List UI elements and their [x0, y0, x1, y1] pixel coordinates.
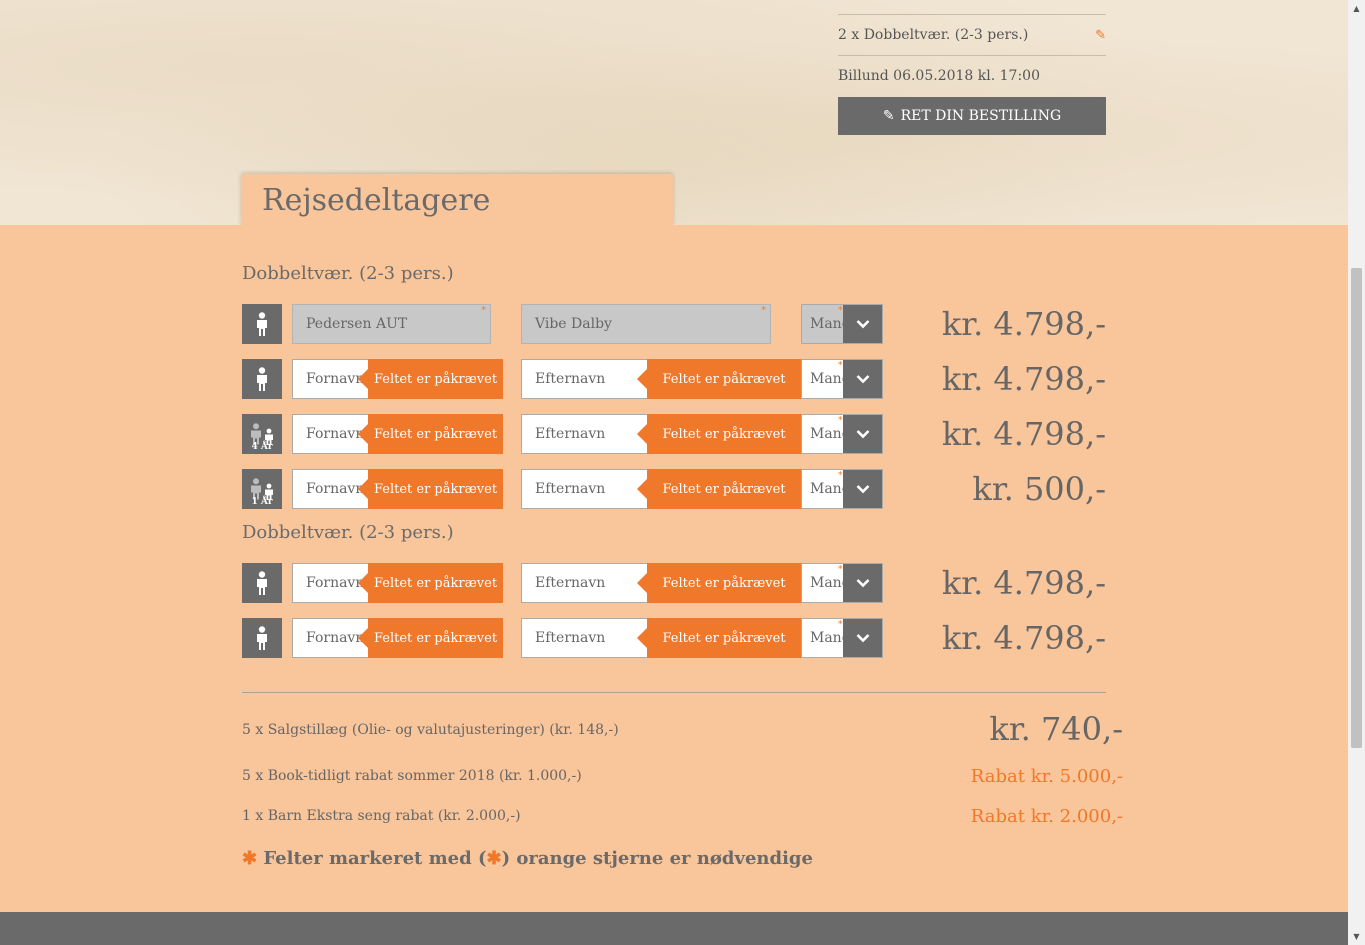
fee-amount: kr. 740,-	[989, 710, 1123, 748]
error-tooltip: Feltet er påkrævet	[637, 563, 801, 603]
scroll-down-icon[interactable]: ▼	[1348, 928, 1365, 945]
adult-icon	[242, 359, 282, 399]
participant-price: kr. 500,-	[972, 470, 1106, 508]
chevron-down-icon[interactable]	[843, 564, 882, 602]
pencil-icon: ✎	[882, 108, 895, 124]
error-tooltip: Feltet er påkrævet	[637, 359, 801, 399]
participant-row: Fornavn Feltet er påkrævet Efternavn Fel…	[242, 563, 1106, 603]
required-asterisk-icon: *	[481, 306, 487, 316]
chevron-down-icon[interactable]	[843, 415, 882, 453]
first-name-input[interactable]: Pedersen AUT *	[292, 304, 491, 344]
chevron-down-icon[interactable]	[843, 305, 882, 343]
required-asterisk-icon: *	[838, 565, 843, 575]
booking-summary: 2 x Dobbeltvær. (2-3 pers.) ✎ Billund 06…	[838, 0, 1106, 135]
required-asterisk-icon: *	[761, 306, 767, 316]
error-tooltip: Feltet er påkrævet	[637, 618, 801, 658]
participant-price: kr. 4.798,-	[941, 360, 1106, 398]
required-asterisk-icon: *	[838, 620, 843, 630]
room-group-title: Dobbeltvær. (2-3 pers.)	[242, 263, 454, 284]
first-name-input[interactable]: Fornavn Feltet er påkrævet	[292, 414, 503, 454]
chevron-down-icon[interactable]	[843, 360, 882, 398]
divider	[242, 692, 1106, 693]
error-tooltip: Feltet er påkrævet	[358, 469, 503, 509]
first-name-input[interactable]: Fornavn Feltet er påkrævet	[292, 469, 503, 509]
scrollbar[interactable]: ▲ ▼	[1348, 0, 1365, 945]
child-icon: 4 År	[242, 414, 282, 454]
participant-price: kr. 4.798,-	[941, 564, 1106, 602]
last-name-input[interactable]: Efternavn Feltet er påkrævet	[521, 563, 801, 603]
gender-select[interactable]: Mand *	[801, 563, 883, 603]
error-tooltip: Feltet er påkrævet	[358, 563, 503, 603]
error-tooltip: Feltet er påkrævet	[358, 414, 503, 454]
adult-icon	[242, 304, 282, 344]
last-name-input[interactable]: Efternavn Feltet er påkrævet	[521, 414, 801, 454]
header-background: 2 x Dobbeltvær. (2-3 pers.) ✎ Billund 06…	[0, 0, 1348, 225]
participant-row: Fornavn Feltet er påkrævet Efternavn Fel…	[242, 359, 1106, 399]
participant-price: kr. 4.798,-	[941, 305, 1106, 343]
participant-row: 4 År Fornavn Feltet er påkrævet Efternav…	[242, 414, 1106, 454]
first-name-input[interactable]: Fornavn Feltet er påkrævet	[292, 359, 503, 399]
discount-label: 5 x Book-tidligt rabat sommer 2018 (kr. …	[242, 768, 582, 784]
adult-icon	[242, 563, 282, 603]
child-age: 1 År	[251, 497, 273, 507]
gender-select[interactable]: Mand *	[801, 618, 883, 658]
fee-label: 5 x Salgstillæg (Olie- og valutajusterin…	[242, 722, 619, 738]
gender-select[interactable]: Mand *	[801, 359, 883, 399]
last-name-input[interactable]: Efternavn Feltet er påkrævet	[521, 359, 801, 399]
summary-room-line: 2 x Dobbeltvær. (2-3 pers.) ✎	[838, 15, 1106, 56]
participant-price: kr. 4.798,-	[941, 415, 1106, 453]
required-asterisk-icon: *	[838, 361, 843, 371]
error-tooltip: Feltet er påkrævet	[637, 414, 801, 454]
section-tab: Rejsedeltagere	[241, 174, 673, 226]
child-icon: 1 År	[242, 469, 282, 509]
adult-icon	[242, 618, 282, 658]
edit-pencil-icon[interactable]: ✎	[1095, 28, 1106, 43]
edit-booking-button[interactable]: ✎ RET DIN BESTILLING	[838, 97, 1106, 135]
required-asterisk-icon: *	[838, 306, 843, 316]
error-tooltip: Feltet er påkrævet	[358, 359, 503, 399]
participant-row: Pedersen AUT * Vibe Dalby * Mand * kr. 4…	[242, 304, 1106, 344]
error-tooltip: Feltet er påkrævet	[358, 618, 503, 658]
required-asterisk-icon: *	[838, 416, 843, 426]
last-name-input[interactable]: Efternavn Feltet er påkrævet	[521, 618, 801, 658]
last-name-input[interactable]: Vibe Dalby *	[521, 304, 771, 344]
asterisk-icon: ✱	[242, 848, 258, 869]
first-name-input[interactable]: Fornavn Feltet er påkrævet	[292, 563, 503, 603]
summary-departure: Billund 06.05.2018 kl. 17:00	[838, 68, 1040, 84]
chevron-down-icon[interactable]	[843, 470, 882, 508]
required-asterisk-icon: *	[838, 471, 843, 481]
first-name-input[interactable]: Fornavn Feltet er påkrævet	[292, 618, 503, 658]
asterisk-icon: ✱	[486, 848, 502, 869]
chevron-down-icon[interactable]	[843, 619, 882, 657]
discount-amount: Rabat kr. 2.000,-	[970, 806, 1123, 827]
child-age: 4 År	[251, 442, 273, 452]
room-group-title: Dobbeltvær. (2-3 pers.)	[242, 522, 454, 543]
section-title: Rejsedeltagere	[262, 182, 491, 218]
scroll-up-icon[interactable]: ▲	[1348, 0, 1365, 17]
gender-select[interactable]: Mand *	[801, 414, 883, 454]
participant-row: 1 År Fornavn Feltet er påkrævet Efternav…	[242, 469, 1106, 509]
required-fields-note: ✱ Felter markeret med (✱) orange stjerne…	[242, 848, 813, 869]
discount-label: 1 x Barn Ekstra seng rabat (kr. 2.000,-)	[242, 808, 521, 824]
participant-price: kr. 4.798,-	[941, 619, 1106, 657]
error-tooltip: Feltet er påkrævet	[637, 469, 801, 509]
footer	[0, 912, 1348, 945]
gender-select[interactable]: Mand *	[801, 469, 883, 509]
participant-row: Fornavn Feltet er påkrævet Efternavn Fel…	[242, 618, 1106, 658]
last-name-input[interactable]: Efternavn Feltet er påkrævet	[521, 469, 801, 509]
discount-amount: Rabat kr. 5.000,-	[970, 766, 1123, 787]
gender-select[interactable]: Mand *	[801, 304, 883, 344]
scrollbar-thumb[interactable]	[1351, 268, 1362, 748]
